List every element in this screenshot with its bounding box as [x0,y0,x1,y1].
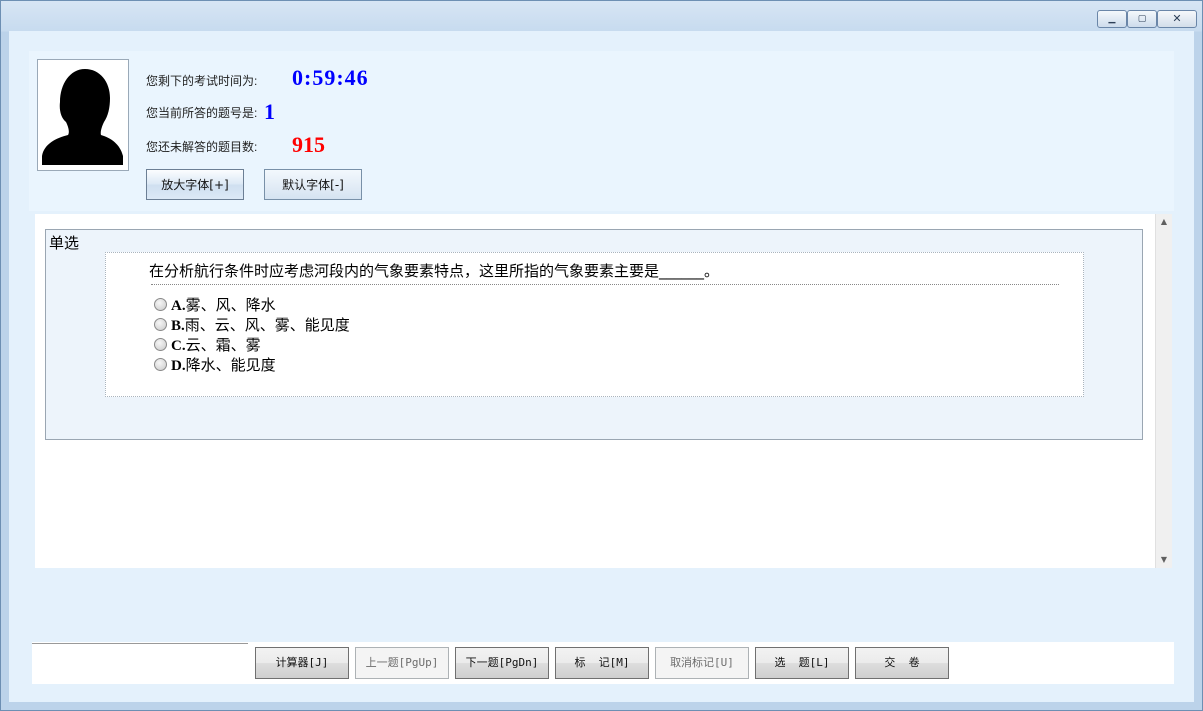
question-type: 单选 [49,234,80,252]
minimize-button[interactable]: ▁ [1097,10,1127,28]
close-button[interactable]: ✕ [1157,10,1197,28]
countdown-timer: 0:59:46 [292,65,369,90]
radio-icon[interactable] [154,358,167,371]
option-text: 雨、云、风、雾、能见度 [184,316,350,334]
question-area: 单选 在分析航行条件时应考虑河段内的气象要素特点，这里所指的气象要素主要是___… [35,214,1155,568]
bottom-spacer [35,568,1171,642]
current-question-number: 1 [264,99,275,124]
close-icon: ✕ [1172,12,1182,25]
divider [32,643,248,644]
submit-button[interactable]: 交 卷 [855,647,949,679]
select-question-button[interactable]: 选 题[L] [755,647,849,679]
title-bar: ▁ ▢ ✕ [1,1,1202,31]
radio-icon[interactable] [154,298,167,311]
option-text: 雾、风、降水 [185,296,276,314]
question-box: 单选 在分析航行条件时应考虑河段内的气象要素特点，这里所指的气象要素主要是___… [45,229,1143,440]
radio-icon[interactable] [154,318,167,331]
exam-window: ▁ ▢ ✕ 您剩下的考试时间为: 0:59:46 您当前所答的题号是: 1 您还… [0,0,1203,711]
client-area: 您剩下的考试时间为: 0:59:46 您当前所答的题号是: 1 您还未解答的题目… [9,31,1194,702]
question-content: 在分析航行条件时应考虑河段内的气象要素特点，这里所指的气象要素主要是______… [105,252,1084,397]
option-key: B. [171,318,185,334]
option-c[interactable]: C.云、霜、雾 [154,334,261,354]
vertical-scrollbar[interactable]: ▲ ▼ [1155,214,1172,568]
mark-button[interactable]: 标 记[M] [555,647,649,679]
option-text: 降水、能见度 [185,356,276,374]
option-key: C. [171,338,186,354]
radio-icon[interactable] [154,338,167,351]
option-key: D. [171,358,186,374]
avatar [37,59,129,171]
calculator-button[interactable]: 计算器[J] [255,647,349,679]
option-b[interactable]: B.雨、云、风、雾、能见度 [154,314,350,334]
remaining-questions-count: 915 [292,132,325,157]
unmark-button[interactable]: 取消标记[U] [655,647,749,679]
maximize-icon: ▢ [1137,14,1147,24]
question-text: 在分析航行条件时应考虑河段内的气象要素特点，这里所指的气象要素主要是______… [149,262,720,280]
person-silhouette-icon [42,69,123,165]
next-question-button[interactable]: 下一题[PgDn] [455,647,549,679]
prev-question-button[interactable]: 上一题[PgUp] [355,647,449,679]
option-key: A. [171,298,186,314]
option-text: 云、霜、雾 [185,336,261,354]
current-question-label: 您当前所答的题号是: [146,106,258,120]
default-font-button[interactable]: 默认字体[-] [264,169,362,200]
footer-toolbar: 计算器[J] 上一题[PgUp] 下一题[PgDn] 标 记[M] 取消标记[U… [32,642,1174,684]
zoom-font-button[interactable]: 放大字体[+] [146,169,244,200]
scroll-up-icon[interactable]: ▲ [1156,214,1172,230]
remaining-questions-label: 您还未解答的题目数: [146,140,258,154]
divider [151,284,1059,285]
minimize-icon: ▁ [1108,14,1116,24]
option-d[interactable]: D.降水、能见度 [154,354,276,374]
scroll-down-icon[interactable]: ▼ [1156,552,1172,568]
option-a[interactable]: A.雾、风、降水 [154,294,276,314]
time-label: 您剩下的考试时间为: [146,74,258,88]
maximize-button[interactable]: ▢ [1127,10,1157,28]
